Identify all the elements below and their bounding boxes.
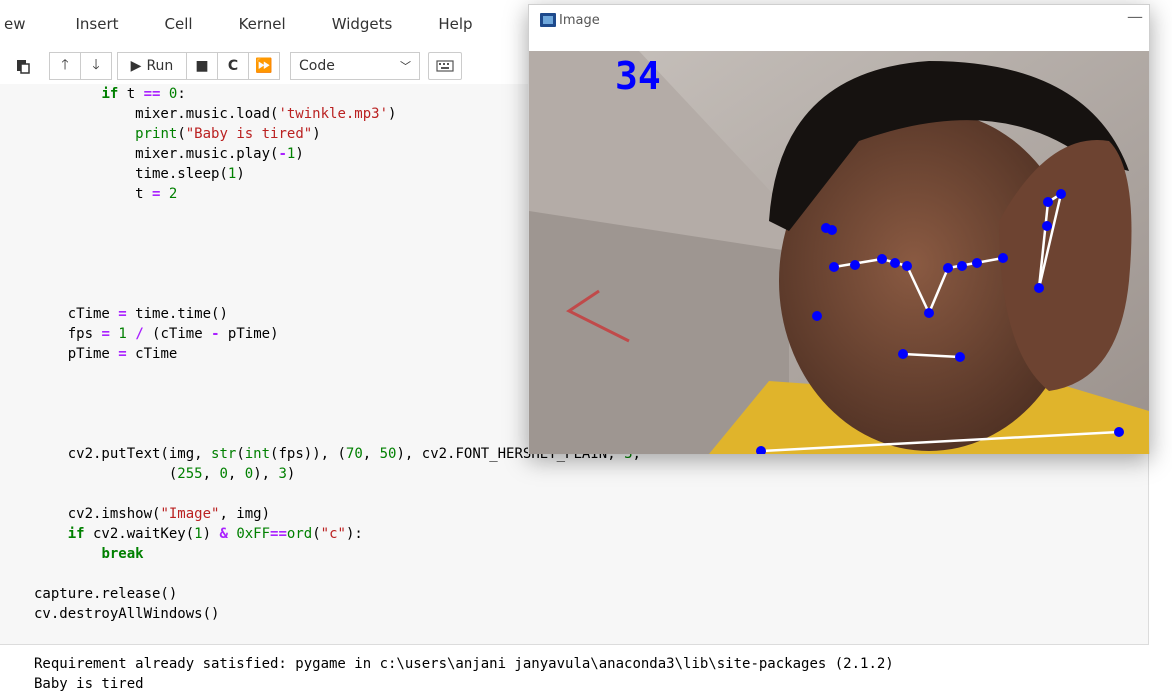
cell-type-value: Code bbox=[299, 58, 335, 74]
code-line[interactable]: (255, 0, 0), 3) bbox=[34, 464, 1144, 484]
cell-type-select[interactable]: Code ﹀ bbox=[290, 52, 420, 80]
paste-button[interactable] bbox=[8, 52, 38, 80]
menu-cell[interactable]: Cell bbox=[165, 15, 193, 33]
code-line[interactable]: cv2.imshow("Image", img) bbox=[34, 504, 1144, 524]
code-line[interactable]: capture.release() bbox=[34, 584, 1144, 604]
minimize-button[interactable]: — bbox=[1127, 7, 1143, 26]
move-down-button[interactable]: 🡓 bbox=[80, 52, 112, 80]
restart-icon: C bbox=[227, 58, 239, 74]
output-line: Baby is tired bbox=[34, 676, 144, 692]
code-line[interactable]: if cv2.waitKey(1) & 0xFF==ord("c"): bbox=[34, 524, 1144, 544]
window-titlebar[interactable]: Image — bbox=[529, 5, 1149, 35]
play-icon: ▶ bbox=[130, 58, 142, 74]
camera-frame: 34 bbox=[529, 51, 1149, 454]
keyboard-icon bbox=[436, 60, 454, 72]
menu-widgets[interactable]: Widgets bbox=[332, 15, 393, 33]
chevron-down-icon: ﹀ bbox=[400, 60, 411, 73]
cell-output: Requirement already satisfied: pygame in… bbox=[34, 654, 894, 694]
menu-insert[interactable]: Insert bbox=[76, 15, 119, 33]
code-line[interactable]: cv.destroyAllWindows() bbox=[34, 604, 1144, 624]
code-line[interactable] bbox=[34, 484, 1144, 504]
webcam-image: 34 bbox=[529, 51, 1149, 454]
fast-forward-icon: ⏩ bbox=[255, 58, 273, 74]
image-window[interactable]: Image — 34 bbox=[528, 4, 1150, 454]
move-up-button[interactable]: 🡑 bbox=[49, 52, 81, 80]
menu-kernel[interactable]: Kernel bbox=[239, 15, 286, 33]
code-line[interactable] bbox=[34, 564, 1144, 584]
restart-button[interactable]: C bbox=[217, 52, 249, 80]
interrupt-button[interactable]: ■ bbox=[186, 52, 218, 80]
command-palette-button[interactable] bbox=[428, 52, 462, 80]
run-label: Run bbox=[146, 58, 174, 74]
run-button[interactable]: ▶ Run bbox=[117, 52, 187, 80]
code-line[interactable]: break bbox=[34, 544, 1144, 564]
run-all-button[interactable]: ⏩ bbox=[248, 52, 280, 80]
fps-counter: 34 bbox=[615, 54, 661, 98]
arrow-down-icon: 🡓 bbox=[92, 57, 100, 73]
menu-view[interactable]: ew bbox=[4, 15, 26, 33]
arrow-up-icon: 🡑 bbox=[61, 57, 69, 73]
stop-icon: ■ bbox=[195, 58, 209, 74]
window-title: Image bbox=[559, 12, 600, 28]
paste-icon bbox=[17, 60, 30, 74]
menu-help[interactable]: Help bbox=[438, 15, 472, 33]
output-line: Requirement already satisfied: pygame in… bbox=[34, 656, 894, 672]
window-app-icon bbox=[540, 13, 556, 27]
